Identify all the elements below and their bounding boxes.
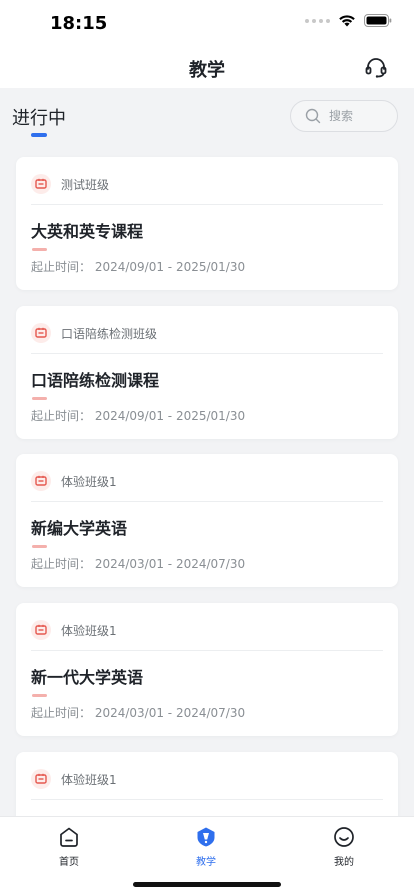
course-card[interactable]: 体验班级1 新一代大学英语 起止时间： 2024/03/01 - 2024/07… [16, 603, 398, 736]
teaching-icon [197, 827, 215, 847]
class-icon [31, 174, 51, 194]
course-card[interactable]: 测试班级 大英和英专课程 起止时间： 2024/09/01 - 2025/01/… [16, 157, 398, 290]
card-divider [31, 204, 383, 205]
status-indicators [305, 14, 392, 27]
wifi-icon [339, 15, 355, 27]
title-accent-mark [32, 248, 47, 251]
tab-active-indicator [31, 133, 47, 137]
class-icon [31, 323, 51, 343]
card-divider [31, 799, 383, 800]
course-title: 口语陪练检测课程 [31, 371, 160, 390]
card-header: 体验班级1 [31, 470, 117, 492]
home-indicator [133, 882, 281, 887]
card-divider [31, 353, 383, 354]
course-period: 起止时间： 2024/09/01 - 2025/01/30 [31, 409, 246, 423]
class-name: 口语陪练检测班级 [61, 326, 158, 341]
title-accent-mark [32, 545, 47, 548]
course-title: 新编大学英语 [31, 519, 128, 538]
tab-teaching-label: 教学 [196, 857, 216, 868]
course-card[interactable]: 口语陪练检测班级 口语陪练检测课程 起止时间： 2024/09/01 - 202… [16, 306, 398, 439]
tab-profile-label: 我的 [334, 857, 354, 868]
class-name: 体验班级1 [61, 623, 117, 638]
class-name: 测试班级 [61, 177, 110, 192]
search-input[interactable] [329, 109, 389, 123]
filter-row: 进行中 [0, 88, 414, 148]
tab-home-label: 首页 [59, 857, 79, 868]
status-bar: 18:15 [0, 0, 414, 48]
battery-icon [364, 14, 392, 27]
card-divider [31, 650, 383, 651]
search-icon [305, 108, 321, 124]
course-card[interactable]: 体验班级1 [16, 752, 398, 816]
course-period: 起止时间： 2024/03/01 - 2024/07/30 [31, 706, 246, 720]
search-box[interactable] [290, 100, 398, 132]
course-title: 大英和英专课程 [31, 222, 144, 241]
title-accent-mark [32, 694, 47, 697]
course-card[interactable]: 体验班级1 新编大学英语 起止时间： 2024/03/01 - 2024/07/… [16, 454, 398, 587]
class-icon [31, 471, 51, 491]
card-header: 体验班级1 [31, 619, 117, 641]
course-list: 测试班级 大英和英专课程 起止时间： 2024/09/01 - 2025/01/… [0, 148, 414, 816]
tab-profile[interactable]: 我的 [304, 825, 384, 871]
class-name: 体验班级1 [61, 474, 117, 489]
class-icon [31, 620, 51, 640]
title-accent-mark [32, 397, 47, 400]
card-divider [31, 501, 383, 502]
course-title: 新一代大学英语 [31, 668, 144, 687]
tab-in-progress[interactable]: 进行中 [12, 104, 66, 130]
card-header: 测试班级 [31, 173, 109, 195]
card-header: 口语陪练检测班级 [31, 322, 157, 344]
nav-bar: 教学 [0, 48, 414, 88]
class-icon [31, 769, 51, 789]
home-icon [60, 827, 78, 847]
profile-icon [334, 827, 354, 847]
headset-icon[interactable] [364, 56, 388, 80]
tab-teaching[interactable]: 教学 [166, 825, 246, 871]
tab-home[interactable]: 首页 [29, 825, 109, 871]
course-period: 起止时间： 2024/03/01 - 2024/07/30 [31, 557, 246, 571]
status-time: 18:15 [50, 13, 108, 34]
class-name: 体验班级1 [61, 772, 117, 787]
cellular-signal-icon [305, 18, 330, 23]
course-period: 起止时间： 2024/09/01 - 2025/01/30 [31, 260, 246, 274]
card-header: 体验班级1 [31, 768, 117, 790]
page-title: 教学 [189, 60, 225, 81]
